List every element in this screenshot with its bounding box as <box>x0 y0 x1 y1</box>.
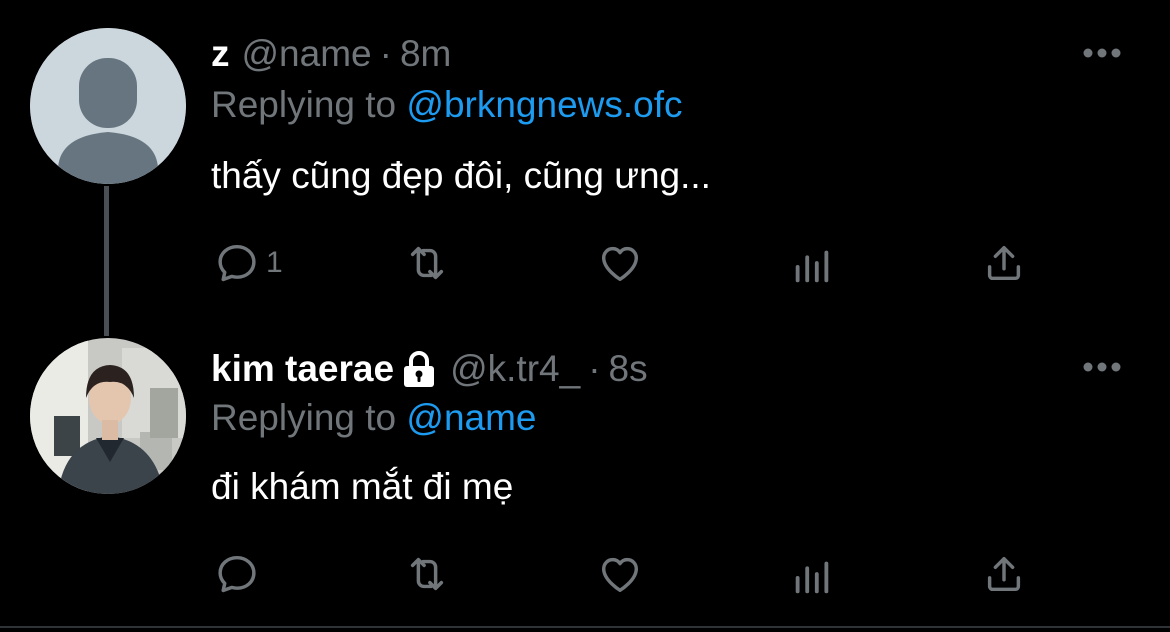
like-button[interactable] <box>597 240 643 286</box>
replying-to-line: Replying to @brkngnews.ofc <box>211 84 683 126</box>
tweet-header: z @name · 8m <box>211 31 451 77</box>
user-handle[interactable]: @name <box>242 33 372 75</box>
analytics-icon <box>795 561 829 594</box>
analytics-icon <box>795 250 829 283</box>
more-icon[interactable] <box>1082 47 1122 59</box>
display-name[interactable]: kim taerae <box>211 348 394 390</box>
tweet-header: kim taerae @k.tr4_ · 8s <box>211 346 648 392</box>
retweet-button[interactable] <box>404 551 450 597</box>
like-button[interactable] <box>597 551 643 597</box>
separator-dot: · <box>379 33 392 74</box>
retweet-icon <box>410 557 444 591</box>
retweet-button[interactable] <box>404 240 450 286</box>
avatar-photo[interactable] <box>30 338 186 494</box>
reply-icon <box>218 244 256 282</box>
share-icon <box>987 245 1021 281</box>
heart-icon <box>601 246 639 282</box>
tweet-text: đi khám mắt đi mẹ <box>211 466 514 507</box>
display-name[interactable]: z <box>211 33 230 75</box>
thread-connector-line <box>104 186 109 336</box>
reply-button[interactable]: 1 <box>214 240 283 286</box>
replying-to-mention[interactable]: @brkngnews.ofc <box>406 84 682 125</box>
reply-icon <box>218 555 256 593</box>
heart-icon <box>601 557 639 593</box>
analytics-button[interactable] <box>789 553 835 599</box>
share-button[interactable] <box>981 551 1027 597</box>
tweet-text: thấy cũng đẹp đôi, cũng ưng... <box>211 155 711 196</box>
replying-to-mention[interactable]: @name <box>406 397 536 438</box>
timestamp[interactable]: 8s <box>609 348 648 390</box>
lock-icon <box>404 351 435 387</box>
more-icon[interactable] <box>1082 361 1122 373</box>
share-button[interactable] <box>981 240 1027 286</box>
replying-prefix: Replying to <box>211 84 397 125</box>
divider <box>0 626 1170 628</box>
replying-prefix: Replying to <box>211 397 397 438</box>
retweet-icon <box>410 246 444 280</box>
analytics-button[interactable] <box>789 242 835 288</box>
reply-count: 1 <box>266 246 283 279</box>
timestamp[interactable]: 8m <box>400 33 451 75</box>
reply-button[interactable] <box>214 551 266 597</box>
replying-to-line: Replying to @name <box>211 397 537 439</box>
avatar-default-profile[interactable] <box>30 28 186 184</box>
share-icon <box>987 556 1021 592</box>
separator-dot: · <box>588 348 601 389</box>
user-handle[interactable]: @k.tr4_ <box>450 348 580 390</box>
